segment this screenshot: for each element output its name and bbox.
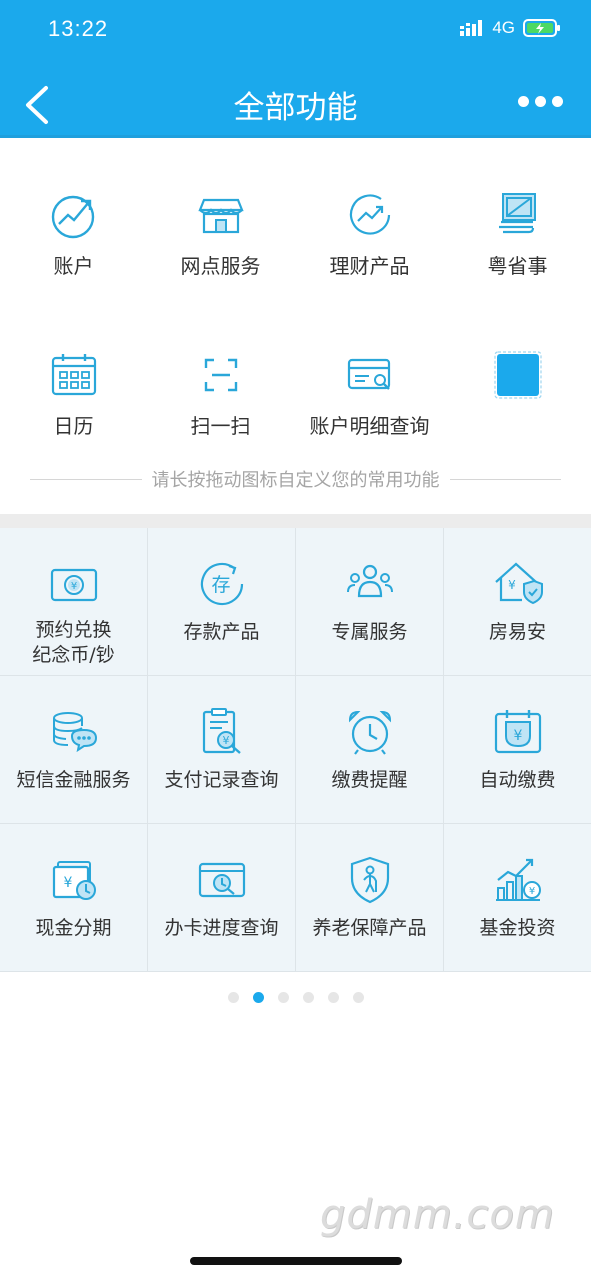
more-menu-icon[interactable] bbox=[518, 96, 563, 107]
elder-shield-icon bbox=[350, 856, 389, 904]
page-dot-4[interactable] bbox=[302, 992, 314, 1003]
status-time: 13:22 bbox=[48, 16, 109, 41]
service-label: 养老保障产品 bbox=[312, 917, 427, 939]
page-dot-2-active[interactable] bbox=[252, 992, 264, 1003]
service-label: 基金投资 bbox=[479, 917, 556, 939]
service-cash-installment[interactable]: ¥ 现金分期 bbox=[0, 824, 148, 972]
favorite-label: 账户明细查询 bbox=[309, 414, 430, 438]
page-dot-6[interactable] bbox=[352, 992, 364, 1003]
network-type: 4G bbox=[492, 18, 515, 37]
svg-text:¥: ¥ bbox=[513, 728, 522, 744]
cash-installment-icon: ¥ bbox=[52, 861, 96, 900]
section-separator bbox=[0, 514, 591, 528]
service-label: 现金分期 bbox=[35, 917, 112, 939]
svg-text:¥: ¥ bbox=[508, 578, 516, 592]
home-indicator[interactable] bbox=[190, 1257, 402, 1265]
service-label: 办卡进度查询 bbox=[164, 917, 279, 939]
favorite-wealth-product[interactable]: 理财产品 bbox=[296, 190, 443, 279]
service-label: 专属服务 bbox=[331, 621, 408, 643]
service-payment-reminder[interactable]: 缴费提醒 bbox=[296, 676, 444, 824]
auto-pay-calendar-icon: ¥ bbox=[494, 710, 541, 754]
document-stack-icon bbox=[498, 193, 536, 234]
placeholder-slot-icon bbox=[493, 351, 542, 399]
favorite-label: 扫一扫 bbox=[190, 414, 251, 438]
signal-icon bbox=[460, 20, 483, 36]
favorite-label: 账户 bbox=[53, 254, 94, 278]
service-house-safe[interactable]: ¥ 房易安 bbox=[444, 528, 591, 676]
service-card-progress[interactable]: 办卡进度查询 bbox=[148, 824, 296, 972]
watermark: gdmm.com bbox=[320, 1192, 555, 1238]
service-label: 短信金融服务 bbox=[16, 769, 131, 791]
favorite-label: 日历 bbox=[53, 414, 94, 438]
fund-investment-icon: ¥ bbox=[495, 858, 541, 901]
card-search-icon bbox=[347, 358, 390, 390]
favorites-section: 账户 网点服务 理财产品 粤省事 日历 扫一扫 账户明细查询 请长按拖动图标自定… bbox=[0, 138, 591, 514]
favorite-account-detail[interactable]: 账户明细查询 bbox=[296, 350, 443, 439]
coin-banknote-icon: ¥ bbox=[50, 568, 97, 602]
page-indicator[interactable] bbox=[0, 992, 591, 1003]
wealth-chart-icon bbox=[349, 194, 390, 235]
storefront-icon bbox=[197, 198, 244, 234]
page-title: 全部功能 bbox=[233, 90, 358, 126]
svg-text:¥: ¥ bbox=[528, 886, 534, 897]
battery-icon bbox=[523, 19, 560, 37]
service-pension-product[interactable]: 养老保障产品 bbox=[296, 824, 444, 972]
hint-line-right bbox=[449, 478, 561, 480]
scan-icon bbox=[204, 358, 237, 392]
favorite-label: 粤省事 bbox=[487, 254, 548, 278]
alarm-clock-icon bbox=[348, 710, 391, 755]
service-sms-finance[interactable]: 短信金融服务 bbox=[0, 676, 148, 824]
svg-text:¥: ¥ bbox=[63, 875, 72, 891]
favorite-scan[interactable]: 扫一扫 bbox=[147, 350, 294, 439]
service-label: 房易安 bbox=[488, 621, 546, 643]
favorite-label: 网点服务 bbox=[180, 254, 261, 278]
hint-text: 请长按拖动图标自定义您的常用功能 bbox=[151, 470, 440, 491]
service-auto-pay[interactable]: ¥ 自动缴费 bbox=[444, 676, 591, 824]
customize-hint: 请长按拖动图标自定义您的常用功能 bbox=[30, 466, 561, 492]
service-label: 预约兑换 纪念币/钞 bbox=[32, 619, 115, 666]
svg-text:存: 存 bbox=[211, 574, 230, 596]
service-payment-record[interactable]: ¥ 支付记录查询 bbox=[148, 676, 296, 824]
service-label: 自动缴费 bbox=[479, 769, 556, 791]
service-commemorative-coin[interactable]: ¥ 预约兑换 纪念币/钞 bbox=[0, 528, 148, 676]
services-grid: ¥ 预约兑换 纪念币/钞 存 存款产品 专属服务 ¥ 房易安 短信金融服务 ¥ … bbox=[0, 528, 591, 972]
calendar-icon bbox=[51, 354, 96, 396]
favorite-yueshengshi[interactable]: 粤省事 bbox=[444, 190, 591, 279]
service-label: 缴费提醒 bbox=[331, 769, 408, 791]
favorite-branch-service[interactable]: 网点服务 bbox=[147, 190, 294, 279]
page-dot-1[interactable] bbox=[227, 992, 239, 1003]
favorite-account[interactable]: 账户 bbox=[0, 190, 147, 279]
card-progress-icon bbox=[198, 862, 245, 898]
status-indicators: 4G bbox=[460, 18, 561, 38]
page-dot-3[interactable] bbox=[277, 992, 289, 1003]
svg-text:¥: ¥ bbox=[222, 734, 229, 747]
favorite-empty-slot[interactable] bbox=[444, 350, 591, 410]
svg-text:¥: ¥ bbox=[70, 581, 76, 592]
favorite-label: 理财产品 bbox=[329, 254, 410, 278]
service-fund-investment[interactable]: ¥ 基金投资 bbox=[444, 824, 591, 972]
service-label: 支付记录查询 bbox=[164, 769, 279, 791]
group-users-icon bbox=[346, 564, 393, 598]
deposit-icon: 存 bbox=[200, 562, 243, 606]
service-exclusive[interactable]: 专属服务 bbox=[296, 528, 444, 676]
house-shield-icon: ¥ bbox=[494, 562, 543, 605]
favorite-calendar[interactable]: 日历 bbox=[0, 350, 147, 439]
service-label: 存款产品 bbox=[183, 621, 260, 643]
receipt-search-icon: ¥ bbox=[202, 708, 241, 754]
header-bar: 13:22 4G 全部功能 bbox=[0, 0, 591, 138]
service-deposit-product[interactable]: 存 存款产品 bbox=[148, 528, 296, 676]
coins-message-icon bbox=[52, 712, 97, 753]
account-growth-icon bbox=[51, 195, 94, 239]
page-dot-5[interactable] bbox=[327, 992, 339, 1003]
hint-line-left bbox=[30, 478, 142, 480]
